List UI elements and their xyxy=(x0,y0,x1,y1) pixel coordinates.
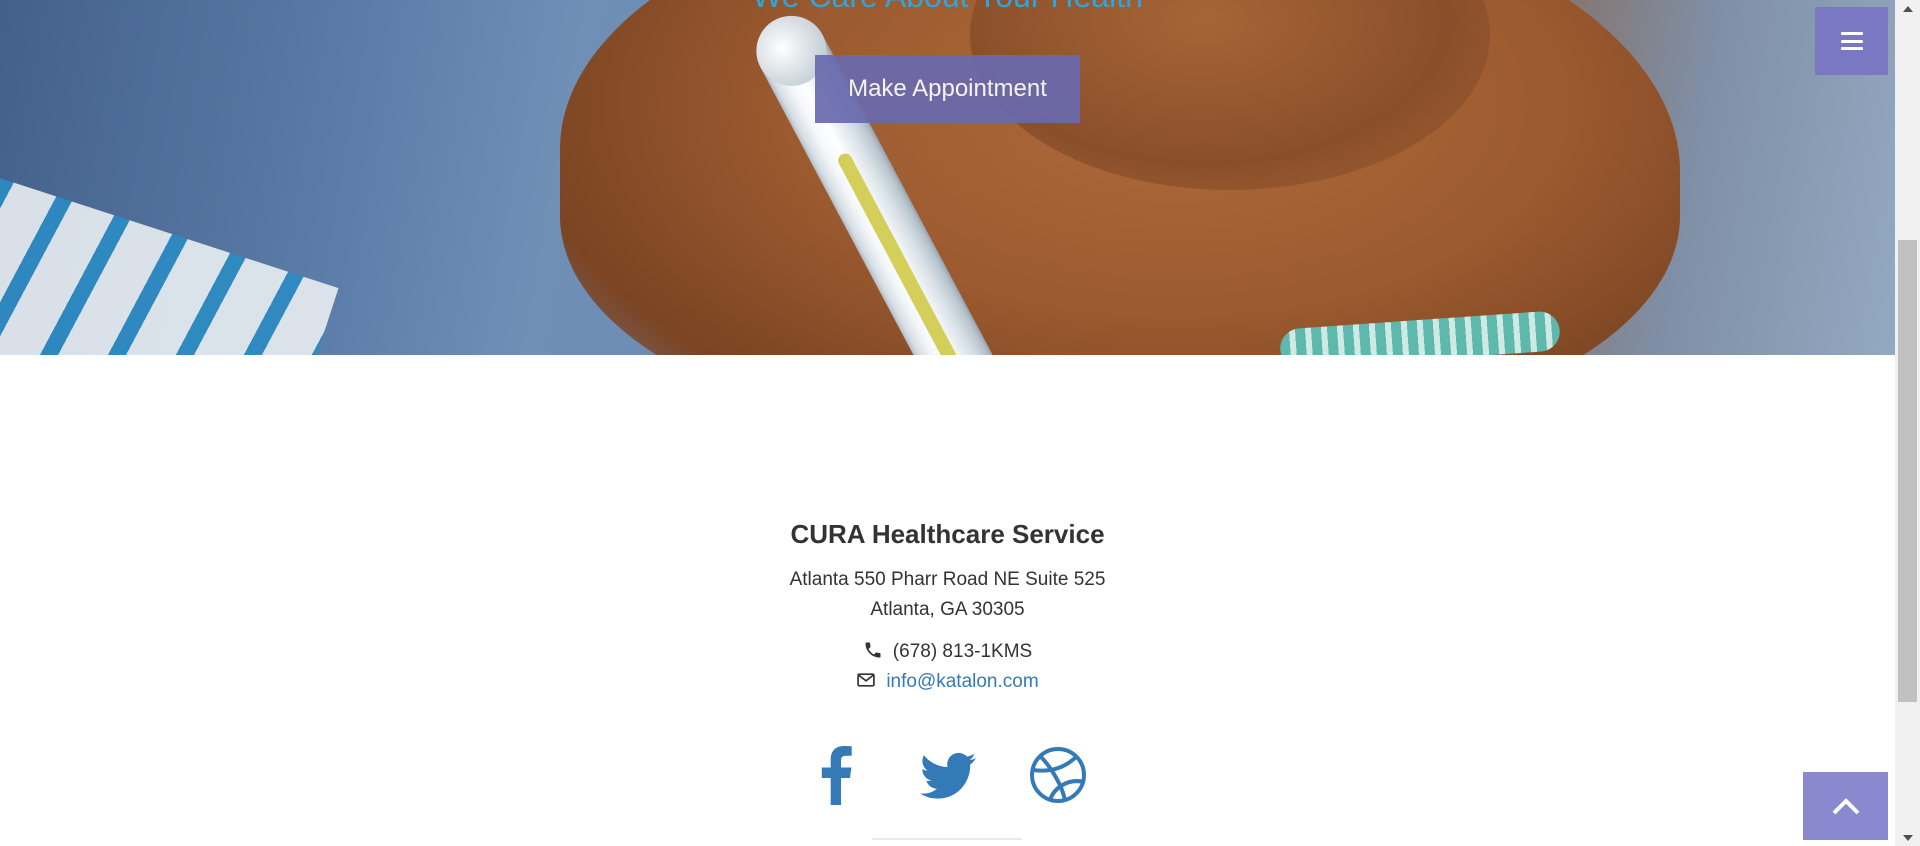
make-appointment-button[interactable]: Make Appointment xyxy=(815,55,1080,123)
envelope-icon xyxy=(857,673,876,687)
hero-section: We Care About Your Health Make Appointme… xyxy=(0,0,1895,355)
email-link[interactable]: info@katalon.com xyxy=(886,671,1038,692)
dribbble-icon xyxy=(1029,747,1086,803)
address-line2: Atlanta, GA 30305 xyxy=(870,599,1025,620)
phone-line: (678) 813-1KMS xyxy=(0,640,1895,663)
menu-toggle-button[interactable] xyxy=(1815,7,1888,75)
chevron-up-icon xyxy=(1832,798,1859,815)
scroll-up-arrow-icon[interactable] xyxy=(1895,0,1920,17)
phone-number: (678) 813-1KMS xyxy=(892,641,1033,662)
scroll-down-arrow-icon[interactable] xyxy=(1895,829,1920,846)
address-line1: Atlanta 550 Pharr Road NE Suite 525 xyxy=(789,569,1106,590)
page-scrollbar[interactable] xyxy=(1895,0,1920,846)
twitter-icon xyxy=(919,752,976,799)
social-links xyxy=(0,745,1895,805)
scroll-to-top-button[interactable] xyxy=(1803,772,1888,840)
menu-icon xyxy=(1840,32,1863,50)
company-name: CURA Healthcare Service xyxy=(790,519,1105,549)
footer: CURA Healthcare Service Atlanta 550 Phar… xyxy=(0,355,1895,846)
twitter-link[interactable] xyxy=(918,745,978,805)
dribbble-link[interactable] xyxy=(1028,745,1088,805)
email-line: info@katalon.com xyxy=(0,670,1895,693)
facebook-icon xyxy=(821,746,852,805)
facebook-link[interactable] xyxy=(808,745,868,805)
address: Atlanta 550 Pharr Road NE Suite 525 Atla… xyxy=(0,565,1895,625)
scrollbar-thumb[interactable] xyxy=(1898,240,1917,702)
hero-background-image xyxy=(0,170,339,355)
footer-divider xyxy=(872,838,1022,840)
hero-tagline: We Care About Your Health xyxy=(0,0,1895,15)
phone-icon xyxy=(865,642,881,658)
